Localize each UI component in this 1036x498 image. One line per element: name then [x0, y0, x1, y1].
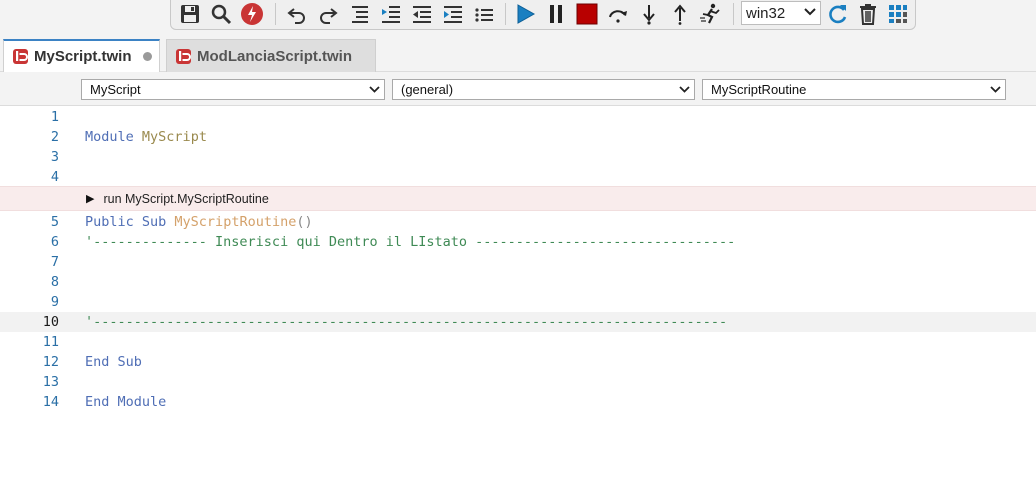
grid-icon[interactable]	[885, 2, 911, 26]
code-editor[interactable]: 1 2 Module MyScript 3 4 ▶ run MyScript.M…	[0, 106, 1036, 498]
toolbar: win32	[170, 0, 916, 30]
undo-icon[interactable]	[284, 2, 310, 26]
refresh-icon[interactable]	[825, 2, 851, 26]
module-dropdown[interactable]: MyScript	[81, 79, 385, 100]
tab-label: MyScript.twin	[34, 48, 132, 65]
function-name: MyScriptRoutine	[174, 214, 297, 230]
line-number: 8	[50, 274, 59, 290]
navigation-dropdowns: MyScript (general) MyScriptRoutine	[0, 72, 1036, 106]
twinbasic-logo-icon	[175, 48, 192, 65]
outdent-left-icon[interactable]	[409, 2, 435, 26]
comment: '---------------------------------------…	[85, 314, 728, 330]
codelens-run[interactable]: ▶ run MyScript.MyScriptRoutine	[0, 186, 1036, 211]
list-icon[interactable]	[471, 2, 497, 26]
line-number: 1	[50, 109, 59, 125]
line-number: 4	[50, 169, 59, 185]
code-line[interactable]: 1	[0, 107, 1036, 127]
keyword: End Module	[85, 394, 167, 410]
code-line[interactable]: 8	[0, 272, 1036, 292]
stop-icon[interactable]	[574, 2, 600, 26]
line-number: 10	[42, 314, 59, 330]
tab-modlanciascript[interactable]: ModLanciaScript.twin	[166, 39, 376, 72]
routine-dropdown[interactable]: MyScriptRoutine	[702, 79, 1006, 100]
toolbar-area: win32	[0, 0, 1036, 34]
twinbasic-logo-icon	[12, 48, 29, 65]
outdent-right-icon[interactable]	[440, 2, 466, 26]
line-number: 11	[42, 334, 59, 350]
stop-run-icon[interactable]	[239, 2, 265, 26]
keyword: Public Sub	[85, 214, 167, 230]
line-number: 2	[50, 129, 59, 145]
module-dropdown-value: MyScript	[90, 82, 141, 97]
identifier: MyScript	[141, 129, 207, 145]
code-line[interactable]: 9	[0, 292, 1036, 312]
code-line[interactable]: 2 Module MyScript	[0, 127, 1036, 147]
line-number: 7	[50, 254, 59, 270]
platform-select[interactable]: win32	[741, 1, 821, 25]
step-into-icon[interactable]	[636, 2, 662, 26]
code-line[interactable]: 7	[0, 252, 1036, 272]
code-line[interactable]: 12 End Sub	[0, 352, 1036, 372]
line-number: 12	[42, 354, 59, 370]
code-line[interactable]: 3	[0, 147, 1036, 167]
general-dropdown[interactable]: (general)	[392, 79, 695, 100]
tab-myscript[interactable]: MyScript.twin	[3, 39, 160, 72]
parentheses: ()	[296, 214, 313, 230]
trash-icon[interactable]	[855, 2, 881, 26]
line-number: 6	[50, 234, 59, 250]
indent-icon[interactable]	[378, 2, 404, 26]
code-line[interactable]: 11	[0, 332, 1036, 352]
keyword: End Sub	[85, 354, 142, 370]
search-icon[interactable]	[208, 2, 234, 26]
line-number: 9	[50, 294, 59, 310]
line-number: 3	[50, 149, 59, 165]
comment: '-------------- Inserisci qui Dentro il …	[85, 234, 736, 250]
tab-label: ModLanciaScript.twin	[197, 47, 353, 65]
chevron-down-icon	[369, 86, 380, 93]
chevron-down-icon	[679, 86, 690, 93]
tab-bar: MyScript.twin ModLanciaScript.twin	[0, 34, 1036, 72]
align-icon[interactable]	[347, 2, 373, 26]
step-over-icon[interactable]	[605, 2, 631, 26]
code-line[interactable]: 6 '-------------- Inserisci qui Dentro i…	[0, 232, 1036, 252]
line-number: 5	[50, 214, 59, 230]
play-icon[interactable]	[512, 2, 538, 26]
code-line[interactable]: 13	[0, 372, 1036, 392]
pause-icon[interactable]	[543, 2, 569, 26]
step-out-icon[interactable]	[667, 2, 693, 26]
play-triangle-icon: ▶	[86, 193, 95, 205]
code-line[interactable]: 14 End Module	[0, 392, 1036, 412]
chevron-down-icon	[804, 7, 816, 19]
line-number: 14	[42, 394, 59, 410]
run-to-cursor-icon[interactable]	[698, 2, 724, 26]
redo-icon[interactable]	[315, 2, 341, 26]
line-number: 13	[42, 374, 59, 390]
code-line-current[interactable]: 10 '------------------------------------…	[0, 312, 1036, 332]
platform-select-value: win32	[746, 4, 786, 22]
keyword: Module	[85, 129, 134, 145]
routine-dropdown-value: MyScriptRoutine	[711, 82, 807, 97]
codelens-run-label[interactable]: run MyScript.MyScriptRoutine	[103, 192, 268, 206]
code-line[interactable]: 4	[0, 167, 1036, 187]
code-text: Public Sub MyScriptRoutine()	[85, 212, 313, 232]
modified-indicator-icon[interactable]	[142, 52, 152, 61]
code-text: Module MyScript	[85, 127, 207, 147]
save-icon[interactable]	[177, 2, 203, 26]
code-line[interactable]: 5 Public Sub MyScriptRoutine()	[0, 212, 1036, 232]
chevron-down-icon	[990, 86, 1001, 93]
general-dropdown-value: (general)	[401, 82, 454, 97]
